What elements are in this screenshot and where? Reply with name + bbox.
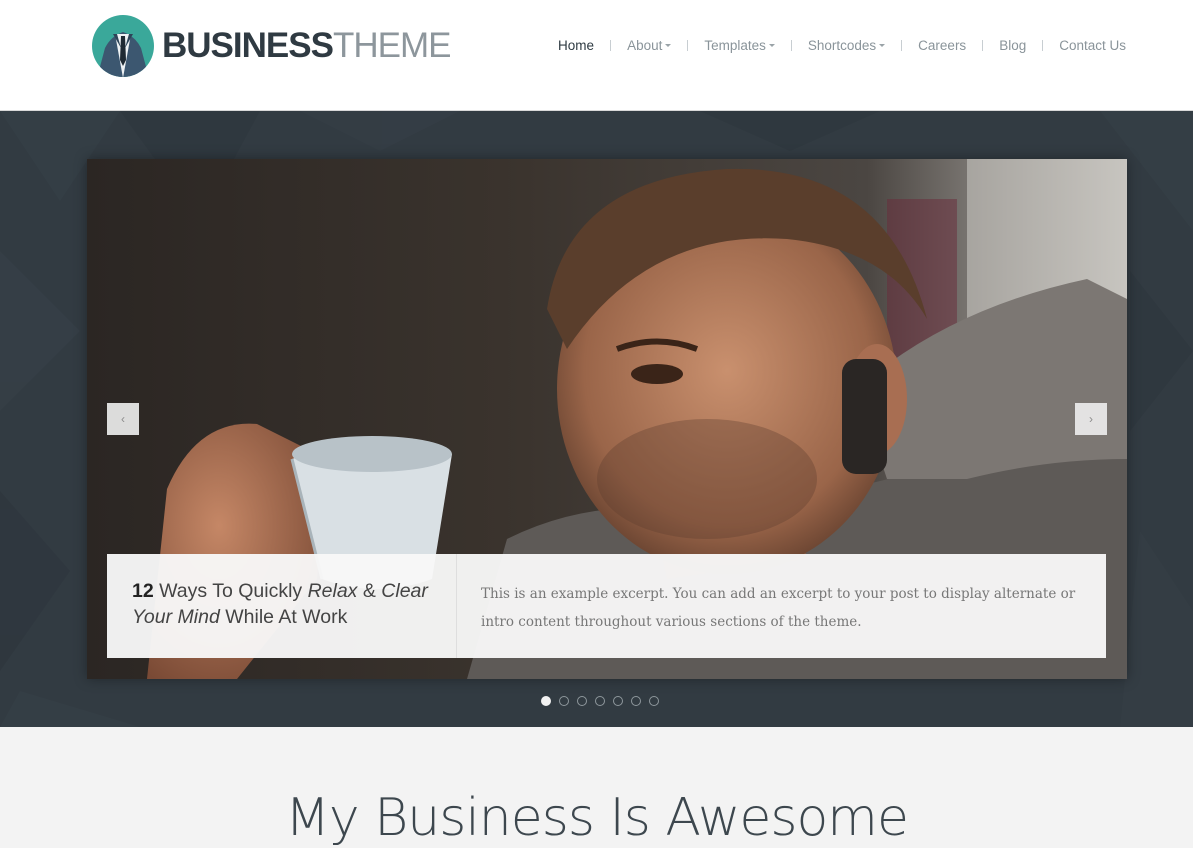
slider-next-arrow[interactable]: › bbox=[1075, 403, 1107, 435]
logo-text-bold: BUSINESS bbox=[162, 25, 334, 65]
slider-dot[interactable] bbox=[577, 696, 587, 706]
slider-dot[interactable] bbox=[541, 696, 551, 706]
nav-item-contact-us[interactable]: Contact Us bbox=[1059, 38, 1126, 53]
nav-label: Home bbox=[558, 38, 595, 53]
logo-text-light: THEME bbox=[332, 25, 451, 65]
title-part: Clear bbox=[381, 580, 428, 602]
logo-wordmark: BUSINESSTHEME bbox=[162, 25, 451, 65]
slide-caption: 12 Ways To Quickly Relax & Clear Your Min… bbox=[107, 554, 1106, 658]
slider-dot[interactable] bbox=[613, 696, 623, 706]
title-part: Your Mind bbox=[132, 606, 220, 628]
nav-separator bbox=[687, 40, 689, 51]
nav-separator bbox=[982, 40, 984, 51]
nav-label: Shortcodes bbox=[807, 38, 877, 53]
slide-excerpt: This is an example excerpt. You can add … bbox=[481, 586, 1076, 630]
nav-separator bbox=[790, 40, 792, 51]
nav-label: Careers bbox=[918, 38, 967, 53]
nav-separator bbox=[901, 40, 903, 51]
nav-item-blog[interactable]: Blog bbox=[999, 38, 1026, 53]
slider-prev-arrow[interactable]: ‹ bbox=[107, 403, 139, 435]
nav-label: Templates bbox=[704, 38, 766, 53]
nav-separator bbox=[1042, 40, 1044, 51]
nav-separator bbox=[610, 40, 612, 51]
nav-item-careers[interactable]: Careers bbox=[918, 38, 966, 53]
slide-image: ‹ › 12 Ways To Quickly Relax & Clear Your… bbox=[87, 159, 1127, 679]
chevron-left-icon: ‹ bbox=[121, 412, 125, 426]
main-nav: Home About Templates Shortcodes Careers … bbox=[558, 38, 1126, 53]
nav-label: Contact Us bbox=[1059, 38, 1126, 53]
nav-item-shortcodes[interactable]: Shortcodes bbox=[807, 38, 886, 53]
slide-title[interactable]: 12 Ways To Quickly Relax & Clear Your Min… bbox=[107, 554, 457, 658]
caret-down-icon bbox=[768, 44, 775, 47]
slider-dot[interactable] bbox=[595, 696, 605, 706]
nav-label: Blog bbox=[999, 38, 1027, 53]
title-part: Relax bbox=[307, 580, 358, 602]
title-number: 12 bbox=[132, 580, 154, 602]
caret-down-icon bbox=[665, 44, 672, 47]
title-part: While At Work bbox=[219, 606, 348, 628]
title-part: & bbox=[357, 580, 382, 602]
slider-dot[interactable] bbox=[649, 696, 659, 706]
nav-item-templates[interactable]: Templates bbox=[704, 38, 775, 53]
slider-dot[interactable] bbox=[631, 696, 641, 706]
caret-down-icon bbox=[879, 44, 886, 47]
title-part: Ways To Quickly bbox=[153, 580, 308, 602]
nav-item-about[interactable]: About bbox=[627, 38, 672, 53]
logo-icon bbox=[92, 15, 154, 77]
nav-label: About bbox=[627, 38, 663, 53]
slider-pagination bbox=[541, 696, 659, 706]
section-heading: My Business Is Awesome bbox=[285, 788, 909, 848]
chevron-right-icon: › bbox=[1089, 412, 1093, 426]
site-logo[interactable]: BUSINESSTHEME bbox=[91, 13, 451, 79]
site-header: BUSINESSTHEME Home About Templates Short… bbox=[0, 0, 1193, 111]
nav-item-home[interactable]: Home bbox=[558, 38, 594, 53]
slider-dot[interactable] bbox=[559, 696, 569, 706]
hero-section: ‹ › 12 Ways To Quickly Relax & Clear Your… bbox=[0, 111, 1193, 727]
